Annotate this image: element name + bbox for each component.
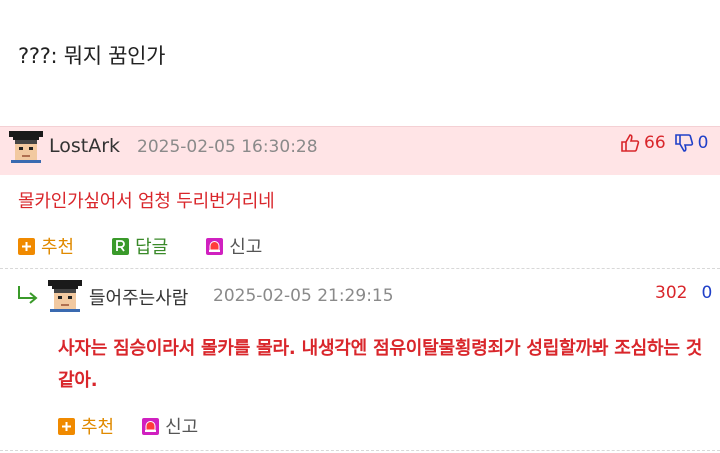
avatar-icon[interactable] bbox=[9, 131, 43, 163]
recommend-label: 추천 bbox=[81, 417, 115, 438]
siren-icon bbox=[142, 417, 160, 435]
recommend-button[interactable]: 추천 bbox=[58, 413, 114, 439]
siren-icon bbox=[206, 237, 224, 255]
recommend-button[interactable]: 추천 bbox=[18, 233, 74, 259]
report-label: 신고 bbox=[229, 237, 263, 258]
comment-date: 2025-02-05 16:30:28 bbox=[137, 137, 318, 157]
downvote-count: 0 bbox=[701, 283, 713, 303]
reply-r-icon bbox=[112, 237, 130, 255]
plus-icon bbox=[18, 237, 35, 255]
comment-divider bbox=[0, 450, 720, 451]
comment-actions: 추천 답글 신고 bbox=[18, 233, 262, 259]
comment-text: 몰카인가싶어서 엄청 두리번거리네 bbox=[18, 191, 275, 212]
recommend-label: 추천 bbox=[41, 237, 75, 258]
reply-label: 답글 bbox=[135, 237, 169, 258]
vote-box: 302 0 bbox=[655, 283, 712, 303]
thumbs-up-icon[interactable] bbox=[620, 133, 640, 153]
comment-date: 2025-02-05 21:29:15 bbox=[213, 286, 394, 306]
post-body: ???: 뭐지 꿈인가 bbox=[18, 44, 166, 68]
comment-text: 사자는 짐승이라서 몰카를 몰라. 내생각엔 점유이탈물횡령죄가 성립할까봐 조… bbox=[58, 338, 703, 391]
report-label: 신고 bbox=[165, 417, 199, 438]
reply-arrow-icon bbox=[18, 286, 38, 304]
comment-actions: 추천 신고 bbox=[58, 413, 198, 439]
thumbs-down-icon[interactable] bbox=[674, 133, 694, 153]
report-button[interactable]: 신고 bbox=[142, 413, 198, 439]
comment-author[interactable]: LostArk bbox=[49, 135, 120, 157]
downvote-count: 0 bbox=[697, 133, 709, 153]
report-button[interactable]: 신고 bbox=[206, 233, 262, 259]
comment-divider bbox=[0, 268, 720, 269]
upvote-count: 66 bbox=[644, 133, 666, 153]
comment-author[interactable]: 들어주는사람 bbox=[89, 284, 188, 310]
reply-button[interactable]: 답글 bbox=[112, 233, 168, 259]
vote-box: 66 0 bbox=[620, 133, 708, 153]
avatar-icon[interactable] bbox=[48, 280, 82, 312]
upvote-count: 302 bbox=[655, 283, 688, 303]
plus-icon bbox=[58, 417, 75, 435]
